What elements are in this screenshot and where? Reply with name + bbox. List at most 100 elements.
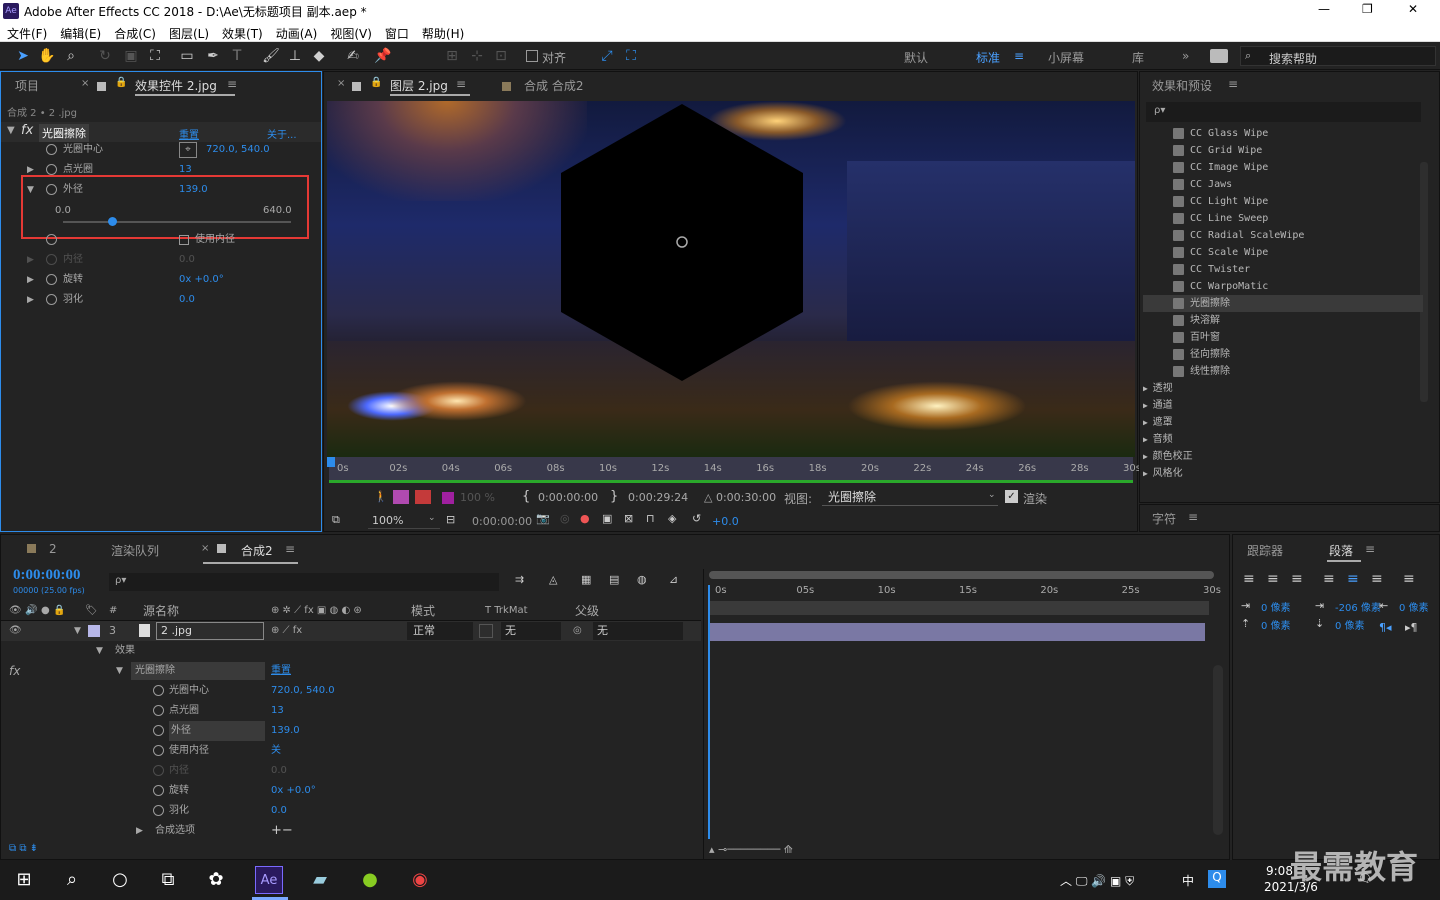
- effect-item[interactable]: 光圈擦除: [1143, 295, 1423, 312]
- eye-icon[interactable]: 👁: [9, 621, 22, 641]
- expand-arrow-icon[interactable]: ▶: [1143, 452, 1153, 461]
- panel-menu-icon[interactable]: ≡: [227, 77, 237, 91]
- dropdown-arrow-icon[interactable]: ⌄: [988, 490, 996, 500]
- layer-duration-bar[interactable]: [709, 623, 1205, 641]
- comp-options-row[interactable]: ▶ 合成选项 +−: [1, 821, 701, 841]
- effect-item[interactable]: 块溶解: [1143, 312, 1423, 329]
- align-checkbox[interactable]: [526, 50, 538, 62]
- world-axis-icon[interactable]: ⊹: [468, 47, 486, 65]
- stopwatch-icon[interactable]: [153, 785, 164, 796]
- cortana-icon[interactable]: ○: [106, 866, 134, 894]
- eye-icon[interactable]: 👁: [9, 601, 22, 621]
- rotate-tool-icon[interactable]: ↻: [96, 47, 114, 65]
- menu-animation[interactable]: 动画(A): [276, 25, 318, 42]
- prop-value[interactable]: 720.0, 540.0: [271, 681, 335, 701]
- work-area[interactable]: [709, 601, 1209, 615]
- timeline-prop-row[interactable]: 使用内径 关: [1, 741, 701, 761]
- exposure-value[interactable]: +0.0: [712, 515, 739, 528]
- use-inner-checkbox[interactable]: [179, 235, 189, 245]
- panel-menu-icon[interactable]: ≡: [456, 77, 466, 91]
- trkmat-header[interactable]: T TrkMat: [485, 601, 528, 621]
- prop-value[interactable]: 13: [271, 701, 284, 721]
- prop-value[interactable]: 0.0: [271, 761, 287, 781]
- effect-group[interactable]: ▶ 通道: [1143, 397, 1423, 414]
- workspace-library[interactable]: 库: [1132, 49, 1144, 66]
- time-ruler[interactable]: 0s 02s 04s 06s 08s 10s 12s 14s 16s 18s 20s 22s 24s 26…: [329, 457, 1141, 483]
- clone-stamp-tool-icon[interactable]: ⊥: [286, 47, 304, 65]
- layer-row[interactable]: 👁 ▼ 3 2 .jpg ⊕ ⟋ fx 正常 无 ◎ 无: [1, 621, 701, 641]
- timeline-ruler[interactable]: 0s 05s 10s 15s 20s 25s 30s: [707, 581, 1221, 601]
- rectangle-tool-icon[interactable]: ▭: [178, 47, 196, 65]
- shy-icon[interactable]: ▦: [581, 573, 591, 586]
- close-tab-icon[interactable]: ×: [201, 543, 209, 554]
- camera-tool-icon[interactable]: ▣: [122, 47, 140, 65]
- indent-left-value[interactable]: 0 像素: [1261, 599, 1291, 614]
- effect-group[interactable]: ▶ 遮罩: [1143, 414, 1423, 431]
- source-name-header[interactable]: 源名称: [143, 601, 179, 621]
- view-axis-icon[interactable]: ⊡: [492, 47, 510, 65]
- panel-menu-icon[interactable]: ≡: [285, 542, 295, 556]
- timeline-prop-row[interactable]: 点光圈 13: [1, 701, 701, 721]
- effect-name[interactable]: 光圈擦除: [131, 662, 265, 680]
- stopwatch-icon[interactable]: [46, 184, 57, 195]
- parent-dropdown[interactable]: 无: [593, 622, 683, 640]
- outer-radius-slider[interactable]: [63, 217, 291, 226]
- fit-icon[interactable]: ⊟: [446, 513, 455, 526]
- more-workspaces-icon[interactable]: »: [1182, 49, 1189, 63]
- align-right-icon[interactable]: ≡: [1291, 571, 1303, 587]
- effect-item[interactable]: CC Image Wipe: [1143, 159, 1423, 176]
- effect-item[interactable]: CC Glass Wipe: [1143, 125, 1423, 142]
- scrollbar[interactable]: [1213, 665, 1223, 835]
- fx-icon[interactable]: fx: [9, 661, 20, 681]
- ltr-icon[interactable]: ¶◂: [1379, 621, 1392, 634]
- sync-settings-icon[interactable]: [1210, 49, 1228, 63]
- menu-file[interactable]: 文件(F): [7, 25, 47, 42]
- onion-icon[interactable]: 🚶: [374, 490, 388, 503]
- justify-all-icon[interactable]: ≡: [1403, 571, 1415, 587]
- tab-composition[interactable]: 合成 合成2: [524, 77, 583, 94]
- comp-options-buttons[interactable]: +−: [271, 821, 293, 841]
- show-snapshot-icon[interactable]: ◎: [560, 512, 570, 525]
- stopwatch-icon[interactable]: [153, 725, 164, 736]
- menu-help[interactable]: 帮助(H): [422, 25, 464, 42]
- indent-right-value[interactable]: 0 像素: [1399, 599, 1429, 614]
- trkmat-dropdown[interactable]: 无: [501, 622, 561, 640]
- snap-icon[interactable]: ⤢: [598, 47, 616, 65]
- transparency-grid-icon[interactable]: ⊠: [624, 512, 633, 525]
- eraser-tool-icon[interactable]: ◆: [310, 47, 328, 65]
- dropdown-arrow-icon[interactable]: ⌄: [428, 513, 436, 523]
- after-effects-icon[interactable]: Ae: [255, 866, 283, 894]
- parent-header[interactable]: 父级: [575, 601, 599, 621]
- collapse-arrow-icon[interactable]: ▼: [74, 621, 81, 641]
- close-button[interactable]: ✕: [1408, 2, 1418, 16]
- collapse-arrow-icon[interactable]: ▼: [27, 180, 34, 200]
- zoom-out-icon[interactable]: ▴ ⊸──────── ⟰: [709, 843, 793, 856]
- windows-start-icon[interactable]: ⊞: [10, 866, 38, 894]
- lock-icon[interactable]: 🔒: [115, 77, 127, 88]
- panel-menu-icon[interactable]: ≡: [1228, 77, 1238, 91]
- collapse-arrow-icon[interactable]: ▼: [96, 641, 103, 661]
- effect-group[interactable]: ▶ 音频: [1143, 431, 1423, 448]
- effect-group[interactable]: ▶ 透视: [1143, 380, 1423, 397]
- stopwatch-icon[interactable]: [46, 294, 57, 305]
- effect-item[interactable]: CC Radial ScaleWipe: [1143, 227, 1423, 244]
- timeline-prop-row[interactable]: 光圈中心 720.0, 540.0: [1, 681, 701, 701]
- effect-group[interactable]: ▶ 颜色校正: [1143, 448, 1423, 465]
- close-tab-icon[interactable]: ×: [81, 78, 89, 89]
- brush-tool-icon[interactable]: 🖌: [262, 47, 280, 65]
- view-dropdown[interactable]: 光圈擦除: [822, 488, 998, 506]
- mode-header[interactable]: 模式: [411, 601, 435, 621]
- alpha-icon[interactable]: [415, 490, 431, 504]
- expand-arrow-icon[interactable]: ▶: [1143, 418, 1153, 427]
- input-language[interactable]: 中: [1182, 872, 1194, 889]
- collapse-arrow-icon[interactable]: ▼: [116, 661, 123, 681]
- stopwatch-icon[interactable]: [153, 765, 164, 776]
- tray-icons[interactable]: ︿ 🖵 🔊 ▣ ⛨: [1060, 872, 1134, 889]
- stopwatch-icon[interactable]: [46, 234, 57, 245]
- work-area-bar[interactable]: [709, 571, 1214, 579]
- graph-editor-icon[interactable]: ⊿: [669, 573, 678, 586]
- switches-icon[interactable]: ⊕ ✲ ⟋ fx ▣ ◍ ◐ ⊛: [271, 601, 362, 621]
- stopwatch-icon[interactable]: [153, 745, 164, 756]
- prop-value[interactable]: 720.0, 540.0: [206, 140, 270, 160]
- region-icon[interactable]: ▣: [602, 512, 612, 525]
